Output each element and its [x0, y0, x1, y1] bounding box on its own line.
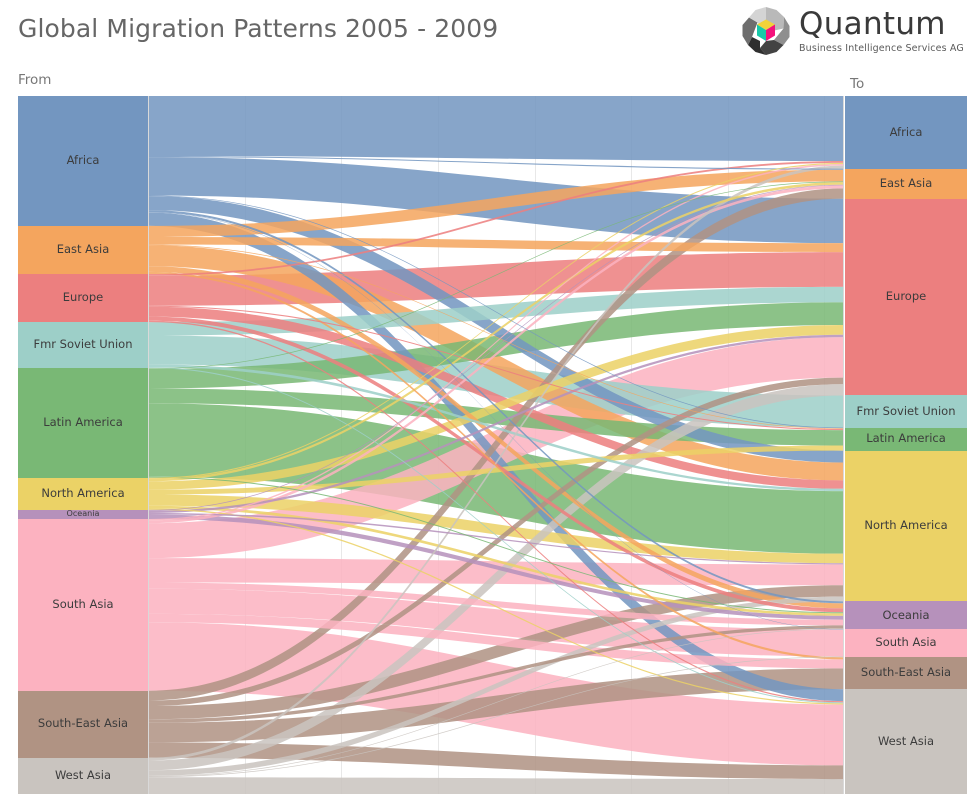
- node-label: Europe: [62, 290, 104, 305]
- node-label: Oceania: [66, 509, 100, 519]
- axis-label-to: To: [850, 76, 865, 92]
- target-node-south-east-asia[interactable]: South-East Asia: [845, 657, 967, 690]
- target-node-west-asia[interactable]: West Asia: [845, 689, 967, 794]
- node-label: Europe: [885, 289, 927, 304]
- axis-label-from: From: [18, 72, 52, 88]
- node-label: North America: [41, 486, 125, 501]
- node-label: South Asia: [52, 597, 114, 612]
- source-node-north-america[interactable]: North America: [18, 477, 148, 510]
- company-logo: Quantum Business Intelligence Services A…: [741, 4, 967, 58]
- right-axis-line: [843, 96, 844, 794]
- logo-wordmark: Quantum: [799, 5, 946, 42]
- source-node-europe[interactable]: Europe: [18, 273, 148, 323]
- source-node-oceania[interactable]: Oceania: [18, 509, 148, 519]
- flow-west-asia-to-west-asia[interactable]: [149, 777, 843, 794]
- node-label: Fmr Soviet Union: [856, 403, 956, 418]
- target-node-africa[interactable]: Africa: [845, 96, 967, 169]
- target-node-latin-america[interactable]: Latin America: [845, 427, 967, 451]
- flow-africa-to-africa[interactable]: [149, 96, 843, 162]
- node-label: East Asia: [56, 242, 110, 257]
- node-label: South Asia: [875, 635, 937, 650]
- source-node-latin-america[interactable]: Latin America: [18, 368, 148, 478]
- source-node-africa[interactable]: Africa: [18, 96, 148, 226]
- node-label: North America: [864, 518, 948, 533]
- sankey-dashboard: Global Migration Patterns 2005 - 2009 Qu…: [0, 0, 979, 798]
- node-label: Oceania: [882, 607, 930, 622]
- node-label: South-East Asia: [860, 665, 952, 680]
- target-node-oceania[interactable]: Oceania: [845, 601, 967, 630]
- sankey-plot: Africa East Asia Europe Fmr Soviet Union Lat…: [0, 96, 979, 794]
- quantum-cube-logo-icon: [742, 7, 790, 55]
- node-label: Latin America: [43, 415, 123, 430]
- page-title: Global Migration Patterns 2005 - 2009: [18, 14, 499, 43]
- node-label: South-East Asia: [37, 716, 129, 731]
- logo-tagline: Business Intelligence Services AG: [799, 42, 964, 54]
- target-node-north-america[interactable]: North America: [845, 450, 967, 602]
- node-label: Fmr Soviet Union: [33, 337, 133, 352]
- left-axis-line: [148, 96, 149, 794]
- node-label: West Asia: [54, 768, 112, 783]
- source-node-fmr-soviet-union[interactable]: Fmr Soviet Union: [18, 322, 148, 369]
- source-node-south-asia[interactable]: South Asia: [18, 518, 148, 691]
- target-node-east-asia[interactable]: East Asia: [845, 168, 967, 199]
- node-label: West Asia: [877, 733, 935, 748]
- node-label: Africa: [889, 124, 923, 139]
- node-label: Latin America: [866, 431, 946, 446]
- target-node-europe[interactable]: Europe: [845, 198, 967, 396]
- source-node-south-east-asia[interactable]: South-East Asia: [18, 690, 148, 758]
- target-node-fmr-soviet-union[interactable]: Fmr Soviet Union: [845, 395, 967, 428]
- source-node-east-asia[interactable]: East Asia: [18, 225, 148, 274]
- source-node-west-asia[interactable]: West Asia: [18, 757, 148, 794]
- node-label: Africa: [66, 153, 100, 168]
- node-label: East Asia: [879, 175, 933, 190]
- target-node-south-asia[interactable]: South Asia: [845, 629, 967, 658]
